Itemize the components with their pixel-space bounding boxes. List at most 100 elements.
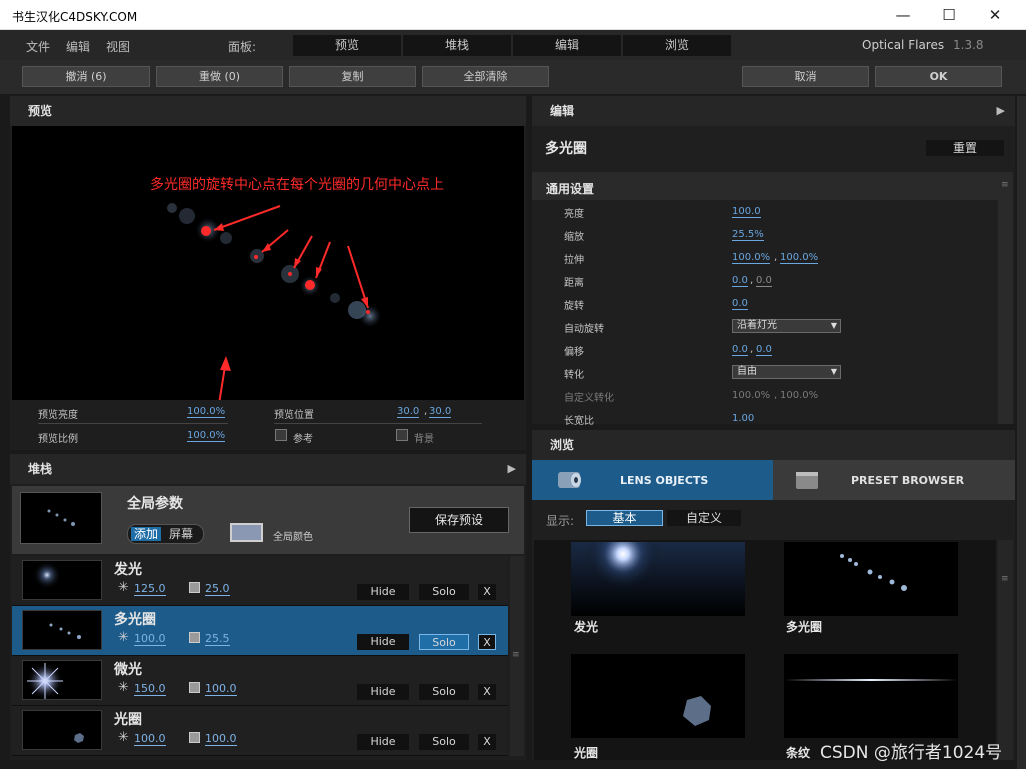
param-label: 转化	[564, 370, 584, 381]
tab-lens-objects[interactable]: LENS OBJECTS	[532, 460, 773, 500]
hide-button[interactable]: Hide	[357, 734, 409, 750]
browser-scrollbar[interactable]: ≡	[998, 540, 1013, 760]
layer-row[interactable]: 发光 ✳ 125.0 25.0 Hide Solo X	[12, 556, 508, 606]
preset-thumb-glow[interactable]	[571, 516, 745, 616]
layer-row[interactable]: 微光 ✳ 150.0 100.0 Hide Solo X	[12, 656, 508, 706]
layer-brightness[interactable]: 150.0	[134, 682, 166, 696]
param-label: 拉伸	[564, 255, 584, 266]
tab-preset-browser[interactable]: PRESET BROWSER	[773, 460, 1015, 500]
scale-icon	[189, 682, 200, 693]
param-value-2[interactable]: 0.0	[756, 344, 772, 356]
preset-thumb-streak[interactable]	[784, 654, 958, 738]
layer-name: 微光	[114, 662, 142, 678]
layer-scale[interactable]: 100.0	[205, 682, 237, 696]
editor-scrollbar[interactable]: ≡	[998, 172, 1013, 424]
show-label: 显示:	[546, 514, 575, 528]
transform-dropdown[interactable]: 自由 ▼	[732, 365, 841, 379]
filter-custom[interactable]: 自定义	[667, 510, 741, 526]
param-label: 长宽比	[564, 416, 594, 427]
maximize-button[interactable]: ☐	[926, 0, 972, 30]
brightness-icon: ✳	[118, 630, 129, 645]
background-checkbox[interactable]	[396, 429, 408, 441]
layer-brightness[interactable]: 100.0	[134, 732, 166, 746]
param-value[interactable]: 0.0	[732, 298, 748, 310]
global-color-swatch[interactable]	[230, 523, 263, 542]
preset-thumb-multi-iris[interactable]	[784, 542, 958, 616]
param-separator: ,	[774, 252, 778, 263]
clear-all-button[interactable]: 全部清除	[422, 66, 549, 87]
reset-button[interactable]: 重置	[926, 140, 1004, 156]
tab-stack[interactable]: 堆栈	[403, 35, 511, 56]
layer-thumbnail	[22, 560, 102, 600]
solo-button[interactable]: Solo	[419, 634, 469, 650]
stack-expand-icon[interactable]: ▶	[508, 462, 516, 475]
remove-layer-button[interactable]: X	[478, 734, 496, 750]
preview-scale-label: 预览比例	[38, 434, 78, 445]
layer-brightness[interactable]: 100.0	[134, 632, 166, 646]
layer-row-selected[interactable]: 多光圈 ✳ 100.0 25.5 Hide Solo X	[12, 606, 508, 656]
cancel-button[interactable]: 取消	[742, 66, 869, 87]
layer-row[interactable]: 光圈 ✳ 100.0 100.0 Hide Solo X	[12, 706, 508, 756]
solo-button[interactable]: Solo	[419, 684, 469, 700]
param-value-2[interactable]: 100.0%	[780, 252, 819, 264]
preview-position-y[interactable]: 30.0	[429, 406, 452, 418]
remove-layer-button[interactable]: X	[478, 684, 496, 700]
param-value[interactable]: 25.5%	[732, 229, 764, 241]
param-value[interactable]: 1.00	[732, 413, 754, 424]
minimize-button[interactable]: —	[880, 0, 926, 30]
remove-layer-button[interactable]: X	[478, 584, 496, 600]
chevron-down-icon: ▼	[830, 367, 837, 376]
app-name: Optical Flares	[862, 38, 945, 52]
tab-browser[interactable]: 浏览	[623, 35, 731, 56]
preset-thumb-iris[interactable]	[571, 654, 745, 738]
preview-viewport[interactable]: 多光圈的旋转中心点在每个光圈的几何中心点上	[12, 126, 524, 701]
save-preset-button[interactable]: 保存预设	[409, 507, 509, 533]
layer-thumbnail	[22, 710, 102, 750]
tab-editor[interactable]: 编辑	[513, 35, 621, 56]
menu-view[interactable]: 视图	[106, 38, 130, 55]
param-value[interactable]: 0.0	[732, 344, 748, 356]
hide-button[interactable]: Hide	[357, 684, 409, 700]
param-value[interactable]: 0.0	[732, 275, 748, 287]
preview-header: 预览	[10, 96, 526, 126]
menu-edit[interactable]: 编辑	[66, 38, 90, 55]
auto-rotate-dropdown[interactable]: 沿着灯光 ▼	[732, 319, 841, 333]
preset-label: 条纹	[786, 746, 811, 760]
ok-button[interactable]: OK	[875, 66, 1002, 87]
reference-checkbox[interactable]	[275, 429, 287, 441]
solo-button[interactable]: Solo	[419, 584, 469, 600]
blend-add[interactable]: 添加	[131, 527, 162, 541]
hide-button[interactable]: Hide	[357, 584, 409, 600]
layer-scale[interactable]: 25.0	[205, 582, 230, 596]
right-edge	[1017, 96, 1026, 769]
param-value[interactable]: 100.0	[732, 206, 761, 218]
layer-name: 发光	[114, 562, 142, 578]
panel-label: 面板:	[228, 40, 257, 54]
layer-thumbnail	[22, 610, 102, 650]
preset-label: 多光圈	[786, 620, 823, 634]
layer-scale[interactable]: 25.5	[205, 632, 230, 646]
param-label: 偏移	[564, 347, 584, 358]
copy-button[interactable]: 复制	[289, 66, 416, 87]
solo-button[interactable]: Solo	[419, 734, 469, 750]
preset-label: 发光	[574, 620, 599, 634]
preview-brightness-value[interactable]: 100.0%	[187, 406, 226, 418]
redo-button[interactable]: 重做 (0)	[156, 66, 283, 87]
hide-button[interactable]: Hide	[357, 634, 409, 650]
tab-preview[interactable]: 预览	[293, 35, 401, 56]
blend-screen[interactable]: 屏幕	[169, 527, 193, 541]
layer-name: 光圈	[114, 712, 142, 728]
layer-brightness[interactable]: 125.0	[134, 582, 166, 596]
filter-basic[interactable]: 基本	[586, 510, 663, 526]
param-value[interactable]: 100.0%	[732, 252, 771, 264]
param-value-2[interactable]: 0.0	[756, 275, 772, 287]
preview-position-x[interactable]: 30.0	[397, 406, 420, 418]
menu-file[interactable]: 文件	[26, 38, 50, 55]
undo-button[interactable]: 撤消 (6)	[22, 66, 150, 87]
stack-scrollbar[interactable]: ≡	[510, 556, 524, 756]
editor-expand-icon[interactable]: ▶	[997, 104, 1005, 117]
preview-scale-value[interactable]: 100.0%	[187, 430, 226, 442]
remove-layer-button[interactable]: X	[478, 634, 496, 650]
close-button[interactable]: ✕	[972, 0, 1018, 30]
layer-scale[interactable]: 100.0	[205, 732, 237, 746]
